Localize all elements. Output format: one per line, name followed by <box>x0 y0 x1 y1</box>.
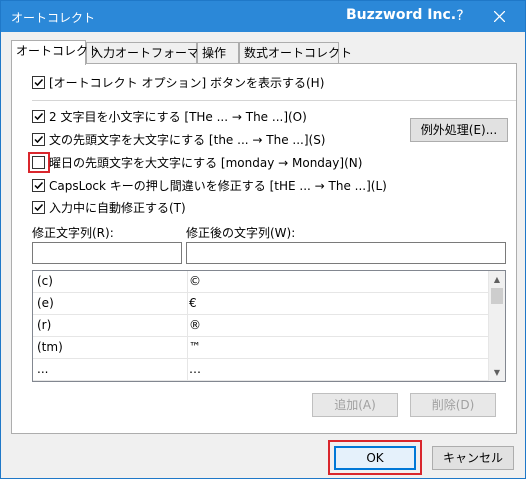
replace-label: 修正文字列(R): <box>32 226 114 240</box>
checkmark-icon <box>34 112 44 121</box>
autocorrect-list[interactable]: (c) © (e) € (r) ® (tm) ™ ... … ▲ ▼ <box>32 270 506 382</box>
scroll-thumb[interactable] <box>491 288 503 304</box>
list-item[interactable]: (r) ® <box>33 315 491 337</box>
show-buttons-checkbox[interactable] <box>32 76 45 89</box>
tab-actions[interactable]: 操作 <box>197 42 239 64</box>
entry-to: ® <box>189 318 201 332</box>
list-scrollbar[interactable]: ▲ ▼ <box>488 271 505 381</box>
entry-to: © <box>189 274 201 288</box>
close-icon <box>493 10 505 23</box>
with-label: 修正後の文字列(W): <box>186 226 296 240</box>
capslock-checkbox[interactable] <box>32 179 45 192</box>
replace-text-label: 入力中に自動修正する(T) <box>49 201 186 215</box>
delete-button[interactable]: 削除(D) <box>410 393 496 417</box>
list-item[interactable]: ... … <box>33 359 491 381</box>
entry-to: € <box>189 296 197 310</box>
tab-math-autocorrect[interactable]: 数式オートコレクト <box>239 42 352 64</box>
separator <box>32 100 516 101</box>
entry-to: … <box>189 362 201 376</box>
entry-from: (e) <box>37 296 54 310</box>
cancel-button[interactable]: キャンセル <box>432 446 514 470</box>
ok-button[interactable]: OK <box>334 446 416 470</box>
capslock-label: CapsLock キーの押し間違いを修正する [tHE ... → The ..… <box>49 179 387 193</box>
tab-autocorrect[interactable]: オートコレクト <box>11 40 100 65</box>
with-input[interactable] <box>186 242 506 264</box>
entry-from: (c) <box>37 274 53 288</box>
entry-to: ™ <box>189 340 201 354</box>
help-button[interactable]: ? <box>449 5 471 27</box>
capitalize-days-label: 曜日の先頭文字を大文字にする [monday → Monday](N) <box>49 156 363 170</box>
window-title: オートコレクト <box>11 11 96 25</box>
two-initial-caps-label: 2 文字目を小文字にする [THe ... → The ...](O) <box>49 110 307 124</box>
capitalize-days-checkbox[interactable] <box>32 156 45 169</box>
tab-autoformat-as-you-type[interactable]: 入力オートフォーマット <box>86 42 223 64</box>
autocorrect-panel: [オートコレクト オプション] ボタンを表示する(H) 2 文字目を小文字にする… <box>11 63 517 434</box>
scroll-down-arrow-icon[interactable]: ▼ <box>489 364 505 381</box>
entry-from: (r) <box>37 318 52 332</box>
replace-text-checkbox[interactable] <box>32 201 45 214</box>
exceptions-button[interactable]: 例外処理(E)... <box>410 118 508 142</box>
list-item[interactable]: (e) € <box>33 293 491 315</box>
capitalize-sentence-checkbox[interactable] <box>32 133 45 146</box>
checkmark-icon <box>34 78 44 87</box>
add-button[interactable]: 追加(A) <box>312 393 398 417</box>
title-bar: オートコレクト Buzzword Inc. ? <box>1 1 525 32</box>
autocorrect-dialog: オートコレクト Buzzword Inc. ? オートコレクト 入力オートフォー… <box>0 0 526 479</box>
capitalize-sentence-label: 文の先頭文字を大文字にする [the ... → The ...](S) <box>49 133 326 147</box>
scroll-up-arrow-icon[interactable]: ▲ <box>489 271 505 288</box>
list-item[interactable]: (tm) ™ <box>33 337 491 359</box>
checkmark-icon <box>34 181 44 190</box>
replace-input[interactable] <box>32 242 182 264</box>
title-brand: Buzzword Inc. <box>346 7 457 23</box>
entry-from: (tm) <box>37 340 63 354</box>
checkmark-icon <box>34 135 44 144</box>
list-item[interactable]: (c) © <box>33 271 491 293</box>
close-button[interactable] <box>484 5 514 27</box>
checkmark-icon <box>34 203 44 212</box>
show-buttons-label: [オートコレクト オプション] ボタンを表示する(H) <box>49 76 325 90</box>
two-initial-caps-checkbox[interactable] <box>32 110 45 123</box>
entry-from: ... <box>37 362 49 376</box>
